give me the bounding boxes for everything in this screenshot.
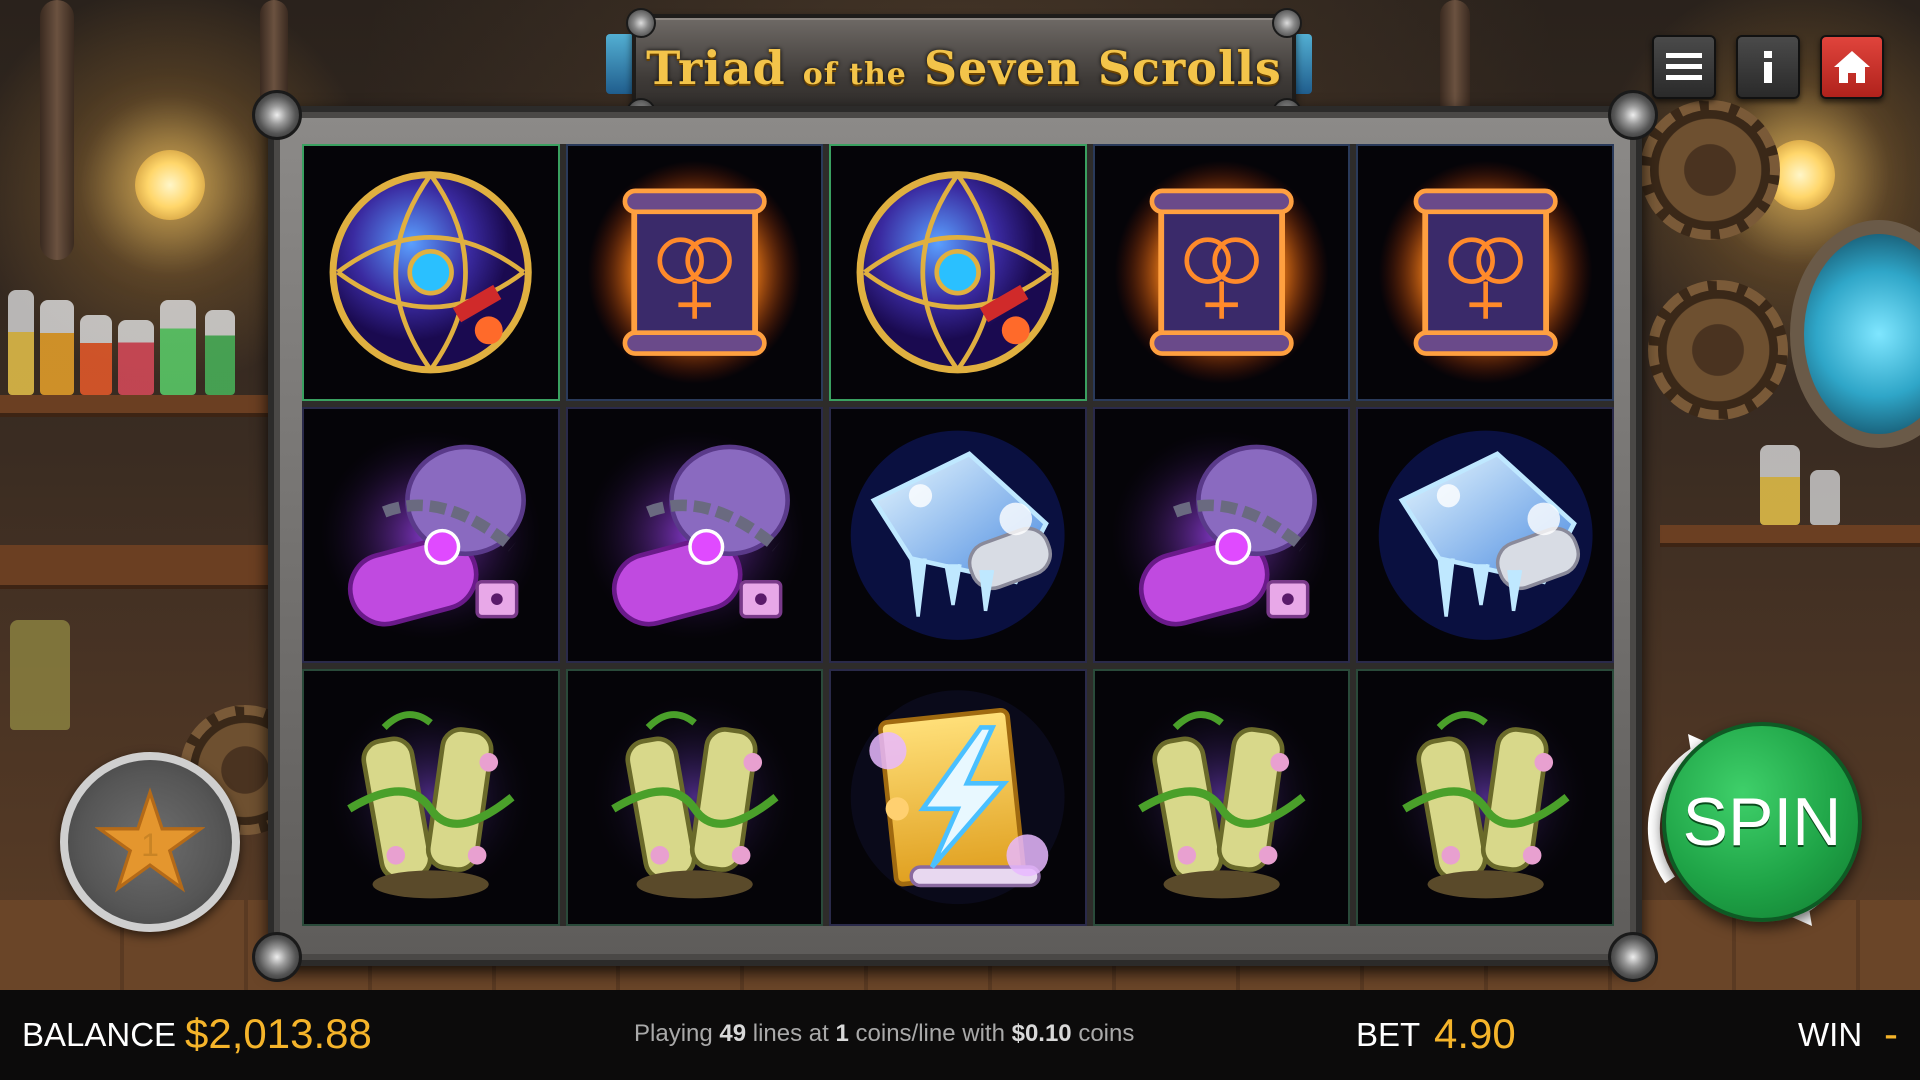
reel-cell bbox=[1356, 144, 1614, 401]
home-icon bbox=[1834, 51, 1870, 83]
lightning-scroll-symbol bbox=[851, 690, 1065, 905]
bottle bbox=[40, 300, 74, 395]
bet-value[interactable]: 4.90 bbox=[1434, 1010, 1516, 1058]
bottle bbox=[80, 315, 112, 395]
favorite-star-button[interactable]: 1 bbox=[60, 752, 240, 932]
chained-scroll-symbol bbox=[320, 430, 542, 640]
reel-grid bbox=[302, 144, 1614, 926]
frame-bolt bbox=[252, 90, 302, 140]
balance-label: BALANCE bbox=[22, 1016, 177, 1053]
info-lines: 49 bbox=[719, 1020, 747, 1047]
vine-scroll-symbol bbox=[1378, 690, 1593, 905]
chained-scroll-symbol bbox=[1111, 430, 1333, 640]
chained-scroll-symbol bbox=[583, 430, 805, 640]
reel-cell bbox=[565, 144, 824, 401]
bottle bbox=[1760, 445, 1800, 525]
menu-button[interactable] bbox=[1652, 35, 1716, 99]
bolt bbox=[1272, 8, 1302, 38]
spin-label: SPIN bbox=[1682, 784, 1842, 860]
reel-cell bbox=[829, 144, 1087, 401]
info-text: Playing bbox=[634, 1020, 713, 1047]
shelf-right bbox=[1660, 525, 1920, 547]
win-label: WIN bbox=[1798, 1016, 1863, 1053]
reel-cell bbox=[829, 669, 1087, 926]
favorite-count: 1 bbox=[141, 826, 159, 863]
pipe bbox=[40, 0, 74, 260]
info-coins: 1 bbox=[835, 1020, 849, 1047]
spin-control: SPIN bbox=[1640, 720, 1862, 940]
bottle bbox=[10, 620, 70, 730]
reel-cell bbox=[1092, 406, 1351, 664]
reel-cell bbox=[302, 406, 560, 664]
bottle bbox=[118, 320, 154, 395]
win-value: - bbox=[1884, 1010, 1898, 1057]
bottle bbox=[1810, 470, 1840, 525]
info-text: coins bbox=[1078, 1020, 1135, 1047]
balance-value: $2,013.88 bbox=[185, 1010, 372, 1057]
porthole bbox=[1790, 220, 1920, 448]
reel-cell bbox=[565, 669, 824, 926]
bottle bbox=[205, 310, 235, 395]
lamp-left bbox=[135, 150, 205, 220]
home-button[interactable] bbox=[1820, 35, 1884, 99]
title-word: Seven Scrolls bbox=[923, 41, 1282, 95]
ice-scroll-symbol bbox=[851, 430, 1065, 640]
info-icon bbox=[1764, 51, 1772, 83]
fire-scroll-symbol bbox=[1378, 160, 1593, 384]
frame-bolt bbox=[1608, 90, 1658, 140]
game-title: Triad of the Seven Scrolls bbox=[646, 41, 1282, 95]
fire-scroll-symbol bbox=[1114, 160, 1329, 384]
bottle bbox=[160, 300, 196, 395]
vine-scroll-symbol bbox=[1114, 690, 1329, 905]
frame-bolt bbox=[252, 932, 302, 982]
reel-cell bbox=[565, 406, 824, 664]
bet-label: BET bbox=[1356, 1016, 1421, 1053]
spin-button[interactable]: SPIN bbox=[1662, 722, 1862, 922]
bolt bbox=[626, 8, 656, 38]
reel-cell bbox=[302, 144, 560, 401]
info-coin-value: $0.10 bbox=[1011, 1020, 1072, 1047]
reel-cell bbox=[1092, 144, 1351, 401]
title-word: Triad bbox=[646, 41, 786, 95]
title-word: of the bbox=[802, 57, 907, 92]
bottle bbox=[8, 290, 34, 395]
pipe bbox=[1440, 0, 1470, 120]
vine-scroll-symbol bbox=[587, 690, 802, 905]
info-text: coins/line with bbox=[855, 1020, 1005, 1047]
gear bbox=[1640, 100, 1780, 240]
reel-cell bbox=[1092, 669, 1351, 926]
reel-cell bbox=[1356, 669, 1614, 926]
reel-cell bbox=[1356, 406, 1614, 664]
info-button[interactable] bbox=[1736, 35, 1800, 99]
fire-scroll-symbol bbox=[587, 160, 802, 384]
drawer-cabinet bbox=[0, 545, 270, 589]
shelf-left bbox=[0, 395, 270, 417]
status-bar: BALANCE $2,013.88 Playing 49 lines at 1 … bbox=[0, 990, 1920, 1080]
rune-orb-symbol bbox=[329, 171, 532, 374]
hamburger-menu-icon bbox=[1666, 53, 1702, 80]
reel-cell bbox=[829, 406, 1087, 664]
info-text: lines at bbox=[752, 1020, 829, 1047]
rune-orb-symbol bbox=[856, 171, 1060, 374]
gear bbox=[1648, 280, 1788, 420]
ice-scroll-symbol bbox=[1378, 430, 1593, 640]
line-info: Playing 49 lines at 1 coins/line with $0… bbox=[634, 1020, 1134, 1048]
reel-cell bbox=[302, 669, 560, 926]
vine-scroll-symbol bbox=[323, 690, 538, 905]
